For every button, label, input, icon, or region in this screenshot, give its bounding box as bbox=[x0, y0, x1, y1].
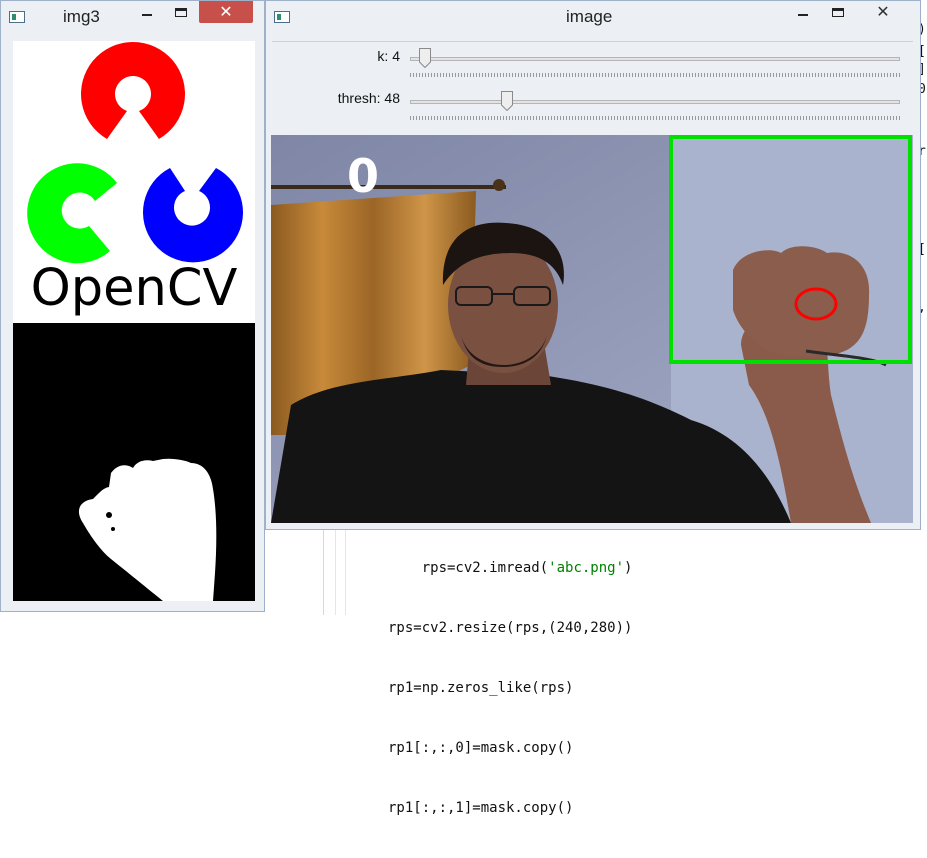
window-title: image bbox=[566, 7, 613, 26]
webcam-frame: 0 bbox=[271, 135, 913, 523]
trackbar-thresh-thumb[interactable] bbox=[501, 91, 514, 111]
maximize-icon bbox=[175, 7, 187, 17]
blue-ring bbox=[143, 168, 243, 263]
hand-mask bbox=[78, 458, 217, 601]
green-ring bbox=[27, 163, 117, 264]
code-area[interactable]: rps=cv2.imread('abc.png') rps=cv2.resize… bbox=[388, 518, 632, 858]
trackbar-k[interactable] bbox=[410, 57, 900, 61]
trackbar-thresh-ticks bbox=[410, 116, 900, 120]
close-icon: ✕ bbox=[219, 4, 233, 21]
opencv-logo-image: OpenCV bbox=[13, 41, 255, 323]
trackbar-thresh[interactable] bbox=[410, 100, 900, 104]
title-bar[interactable]: image ✕ bbox=[266, 1, 920, 31]
trackbar-panel: k: 4 thresh: 48 bbox=[272, 41, 913, 134]
img3-window[interactable]: img3 ✕ OpenCV bbox=[0, 0, 265, 612]
threshold-mask-image bbox=[13, 323, 255, 601]
close-button[interactable]: ✕ bbox=[199, 1, 253, 23]
code-line: rp1[:,:,0]=mask.copy() bbox=[388, 740, 574, 756]
code-line: rp1=np.zeros_like(rps) bbox=[388, 680, 574, 696]
trackbar-k-ticks bbox=[410, 73, 900, 77]
code-line: rp1[:,:,1]=mask.copy() bbox=[388, 800, 574, 816]
maximize-icon bbox=[832, 7, 844, 17]
maximize-button[interactable] bbox=[824, 1, 852, 23]
trackbar-thresh-label: thresh: 48 bbox=[337, 90, 400, 106]
close-icon: ✕ bbox=[876, 4, 890, 21]
opencv-logo-text: OpenCV bbox=[31, 259, 238, 318]
close-button[interactable]: ✕ bbox=[856, 1, 910, 23]
app-icon bbox=[9, 11, 25, 23]
window-title: img3 bbox=[63, 7, 100, 26]
app-icon bbox=[274, 11, 290, 23]
red-ring bbox=[81, 41, 186, 139]
image-window[interactable]: image ✕ k: 4 thresh: 48 0 bbox=[265, 0, 921, 530]
minimize-button[interactable] bbox=[133, 1, 161, 23]
trackbar-k-label: k: 4 bbox=[377, 48, 400, 64]
maximize-button[interactable] bbox=[167, 1, 195, 23]
opencv-logo: OpenCV bbox=[27, 41, 243, 318]
trackbar-k-thumb[interactable] bbox=[419, 48, 432, 68]
code-line: rps=cv2.imread('abc.png') bbox=[388, 560, 633, 576]
minimize-button[interactable] bbox=[789, 1, 817, 23]
minimize-icon bbox=[798, 14, 808, 16]
title-bar[interactable]: img3 ✕ bbox=[1, 1, 264, 31]
code-line: rps=cv2.resize(rps,(240,280)) bbox=[388, 620, 633, 636]
camera-view: 0 bbox=[271, 135, 913, 523]
minimize-icon bbox=[142, 14, 152, 16]
finger-count-text: 0 bbox=[347, 149, 379, 203]
